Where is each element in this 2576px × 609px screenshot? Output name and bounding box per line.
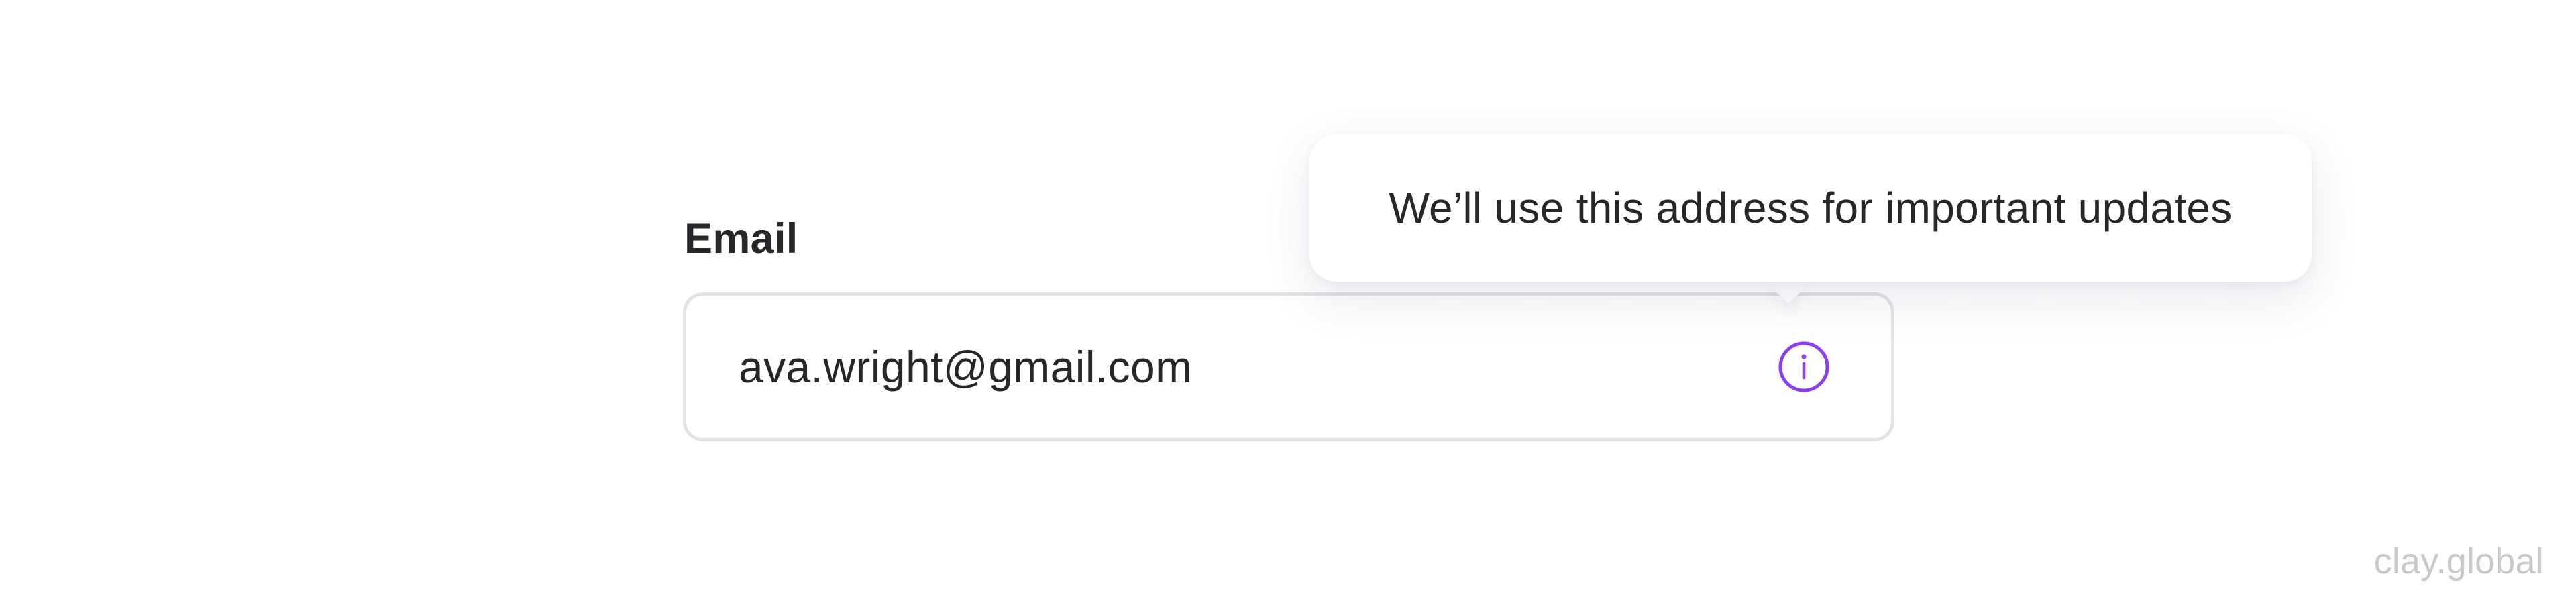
- email-input-value[interactable]: ava.wright@gmail.com: [739, 296, 1193, 438]
- page-canvas: Email ava.wright@gmail.com We’ll use thi…: [0, 0, 2576, 609]
- watermark: clay.global: [2373, 541, 2544, 582]
- tooltip-text: We’ll use this address for important upd…: [1389, 184, 2233, 232]
- email-label: Email: [684, 215, 798, 262]
- info-tooltip: We’ll use this address for important upd…: [1309, 134, 2312, 282]
- email-input[interactable]: ava.wright@gmail.com: [683, 292, 1894, 441]
- info-icon[interactable]: [1777, 340, 1831, 394]
